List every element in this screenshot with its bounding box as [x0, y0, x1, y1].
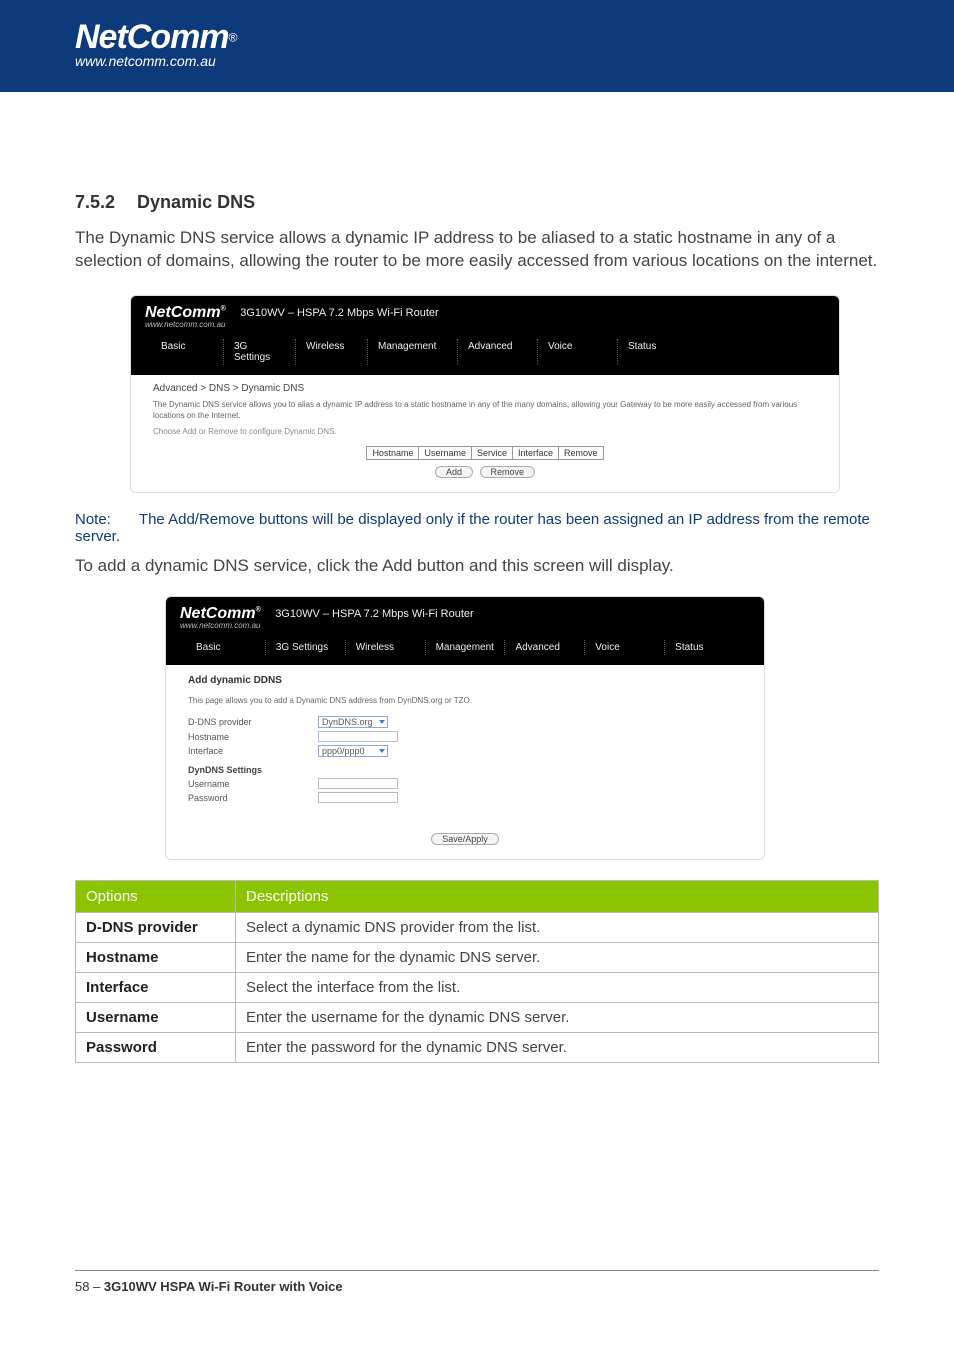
section-heading: 7.5.2 Dynamic DNS [75, 192, 879, 213]
nav2-management[interactable]: Management [425, 640, 505, 655]
nav2-status[interactable]: Status [664, 640, 744, 655]
remove-button[interactable]: Remove [480, 466, 536, 478]
options-table: Options Descriptions D-DNS provider Sele… [75, 880, 879, 1063]
nav-basic[interactable]: Basic [151, 339, 223, 365]
opt-interface: Interface [76, 973, 236, 1003]
shot1-device-title: 3G10WV – HSPA 7.2 Mbps Wi-Fi Router [240, 307, 438, 319]
ddns-table: Hostname Username Service Interface Remo… [366, 446, 603, 460]
password-label: Password [188, 793, 318, 803]
desc-password: Enter the password for the dynamic DNS s… [236, 1033, 879, 1063]
brand-url: www.netcomm.com.au [75, 53, 237, 69]
nav2-voice[interactable]: Voice [584, 640, 664, 655]
nav-voice[interactable]: Voice [537, 339, 617, 365]
note-text: The Add/Remove buttons will be displayed… [75, 511, 870, 545]
shot2-suburl: www.netcomm.com.au [180, 621, 750, 630]
save-apply-button[interactable]: Save/Apply [431, 833, 499, 845]
interface-select[interactable]: ppp0/ppp0 [318, 745, 388, 757]
opt-username: Username [76, 1003, 236, 1033]
shot2-subtext: This page allows you to add a Dynamic DN… [188, 696, 742, 706]
nav2-advanced[interactable]: Advanced [504, 640, 584, 655]
table-row: Username Enter the username for the dyna… [76, 1003, 879, 1033]
shot1-nav: Basic 3G Settings Wireless Management Ad… [131, 333, 839, 375]
provider-label: D-DNS provider [188, 717, 318, 727]
opt-password: Password [76, 1033, 236, 1063]
shot2-device-title: 3G10WV – HSPA 7.2 Mbps Wi-Fi Router [275, 608, 473, 620]
shot2-body: Add dynamic DDNS This page allows you to… [166, 665, 764, 859]
hostname-input[interactable] [318, 731, 398, 742]
th-options: Options [76, 881, 236, 913]
opt-ddns-provider: D-DNS provider [76, 913, 236, 943]
desc-interface: Select the interface from the list. [236, 973, 879, 1003]
username-input[interactable] [318, 778, 398, 789]
opt-hostname: Hostname [76, 943, 236, 973]
provider-select[interactable]: DynDNS.org [318, 716, 388, 728]
col-service: Service [471, 446, 512, 459]
add-button[interactable]: Add [435, 466, 473, 478]
nav-advanced[interactable]: Advanced [457, 339, 537, 365]
nav-status[interactable]: Status [617, 339, 687, 365]
section-number: 7.5.2 [75, 192, 115, 212]
hostname-label: Hostname [188, 732, 318, 742]
nav-wireless[interactable]: Wireless [295, 339, 367, 365]
page-header-band: NetComm® www.netcomm.com.au [0, 0, 954, 92]
screenshot-ddns-list: NetComm® 3G10WV – HSPA 7.2 Mbps Wi-Fi Ro… [130, 295, 840, 493]
breadcrumb: Advanced > DNS > Dynamic DNS [153, 383, 817, 394]
footer-product: 3G10WV HSPA Wi-Fi Router with Voice [104, 1279, 343, 1294]
table-row: Interface Select the interface from the … [76, 973, 879, 1003]
table-row: D-DNS provider Select a dynamic DNS prov… [76, 913, 879, 943]
nav2-3g-settings[interactable]: 3G Settings [265, 640, 345, 655]
page-footer: 58 – 3G10WV HSPA Wi-Fi Router with Voice [75, 1270, 879, 1294]
desc-hostname: Enter the name for the dynamic DNS serve… [236, 943, 879, 973]
table-row: Password Enter the password for the dyna… [76, 1033, 879, 1063]
add-intro: To add a dynamic DNS service, click the … [75, 555, 879, 578]
shot1-hint: Choose Add or Remove to configure Dynami… [153, 427, 817, 436]
th-descriptions: Descriptions [236, 881, 879, 913]
footer-page: 58 – [75, 1279, 104, 1294]
desc-ddns-provider: Select a dynamic DNS provider from the l… [236, 913, 879, 943]
username-label: Username [188, 779, 318, 789]
desc-username: Enter the username for the dynamic DNS s… [236, 1003, 879, 1033]
col-remove: Remove [559, 446, 604, 459]
shot2-heading: Add dynamic DDNS [188, 675, 742, 686]
note-label: Note: [75, 511, 135, 528]
table-row: Hostname Enter the name for the dynamic … [76, 943, 879, 973]
page-content: 7.5.2 Dynamic DNS The Dynamic DNS service… [0, 92, 954, 1063]
screenshot-ddns-add: NetComm® 3G10WV – HSPA 7.2 Mbps Wi-Fi Ro… [165, 596, 765, 861]
col-username: Username [419, 446, 472, 459]
shot1-suburl: www.netcomm.com.au [145, 320, 825, 329]
registered-icon: ® [229, 31, 238, 45]
nav2-basic[interactable]: Basic [186, 640, 265, 655]
note-row: Note: The Add/Remove buttons will be dis… [75, 511, 879, 545]
shot1-header: NetComm® 3G10WV – HSPA 7.2 Mbps Wi-Fi Ro… [131, 296, 839, 333]
section-title: Dynamic DNS [137, 192, 255, 212]
section-intro: The Dynamic DNS service allows a dynamic… [75, 227, 879, 273]
nav-management[interactable]: Management [367, 339, 457, 365]
shot2-header: NetComm® 3G10WV – HSPA 7.2 Mbps Wi-Fi Ro… [166, 597, 764, 634]
brand-name: NetComm [75, 18, 229, 56]
shot1-body: Advanced > DNS > Dynamic DNS The Dynamic… [131, 375, 839, 492]
shot1-desc: The Dynamic DNS service allows you to al… [153, 400, 817, 421]
col-interface: Interface [513, 446, 559, 459]
interface-label: Interface [188, 746, 318, 756]
dyndns-settings-label: DynDNS Settings [188, 765, 742, 775]
col-hostname: Hostname [367, 446, 419, 459]
nav2-wireless[interactable]: Wireless [345, 640, 425, 655]
password-input[interactable] [318, 792, 398, 803]
brand-logo: NetComm® www.netcomm.com.au [75, 18, 237, 69]
nav-3g-settings[interactable]: 3G Settings [223, 339, 295, 365]
shot2-nav: Basic 3G Settings Wireless Management Ad… [166, 634, 764, 665]
